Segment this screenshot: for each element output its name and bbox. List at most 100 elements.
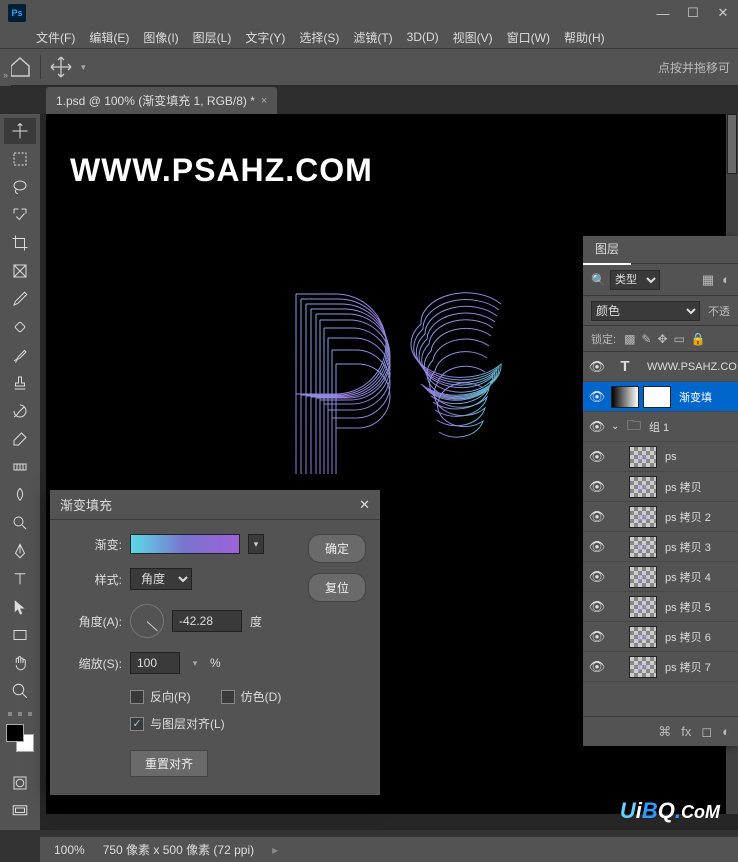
layer-name[interactable]: ps 拷贝 2 bbox=[665, 509, 711, 525]
layer-name[interactable]: ps 拷贝 7 bbox=[665, 659, 711, 675]
visibility-toggle[interactable]: 👁 bbox=[587, 599, 607, 615]
menu-select[interactable]: 选择(S) bbox=[293, 27, 345, 48]
layer-name[interactable]: ps bbox=[665, 451, 677, 463]
layer-row-copy3[interactable]: 👁 ps ps 拷贝 3 bbox=[583, 532, 738, 562]
blur-tool[interactable] bbox=[4, 482, 36, 508]
zoom-level[interactable]: 100% bbox=[54, 843, 85, 857]
layer-row-group[interactable]: 👁 ⌄ 🗀 组 1 bbox=[583, 412, 738, 442]
layers-tab[interactable]: 图层 bbox=[583, 236, 631, 265]
visibility-toggle[interactable]: 👁 bbox=[587, 449, 607, 465]
eyedropper-tool[interactable] bbox=[4, 286, 36, 312]
layer-name[interactable]: 渐变填 bbox=[679, 389, 712, 405]
gradient-tool[interactable] bbox=[4, 454, 36, 480]
filter-adjust-icon[interactable]: ◐ bbox=[722, 272, 730, 288]
close-button[interactable]: ✕ bbox=[708, 0, 738, 26]
visibility-toggle[interactable]: 👁 bbox=[587, 359, 607, 375]
dodge-tool[interactable] bbox=[4, 510, 36, 536]
layer-row-copy7[interactable]: 👁 ps ps 拷贝 7 bbox=[583, 652, 738, 682]
maximize-button[interactable]: ☐ bbox=[678, 0, 708, 26]
menu-layer[interactable]: 图层(L) bbox=[187, 27, 238, 48]
document-tab[interactable]: 1.psd @ 100% (渐变填充 1, RGB/8) * × bbox=[46, 87, 277, 114]
move-mode-icon[interactable] bbox=[49, 55, 73, 79]
layer-row-text[interactable]: 👁 T WWW.PSAHZ.CO bbox=[583, 352, 738, 382]
visibility-toggle[interactable]: 👁 bbox=[587, 509, 607, 525]
blend-mode-select[interactable]: 颜色 bbox=[591, 301, 700, 321]
layer-row-copy5[interactable]: 👁 ps ps 拷贝 5 bbox=[583, 592, 738, 622]
lock-move-icon[interactable]: ✥ bbox=[657, 332, 667, 346]
layer-mask-icon[interactable]: ◻ bbox=[701, 724, 712, 740]
ok-button[interactable]: 确定 bbox=[308, 534, 366, 563]
quick-mask-tool[interactable] bbox=[4, 770, 36, 796]
layer-row-ps[interactable]: 👁 ps ps bbox=[583, 442, 738, 472]
minimize-button[interactable]: — bbox=[648, 0, 678, 26]
layer-name[interactable]: ps 拷贝 3 bbox=[665, 539, 711, 555]
healing-tool[interactable] bbox=[4, 314, 36, 340]
angle-input[interactable] bbox=[172, 610, 242, 632]
zoom-tool[interactable] bbox=[4, 678, 36, 704]
left-panel-toggle[interactable]: » bbox=[0, 64, 11, 86]
menu-filter[interactable]: 滤镜(T) bbox=[347, 27, 398, 48]
visibility-toggle[interactable]: 👁 bbox=[587, 419, 607, 435]
tab-close-icon[interactable]: × bbox=[261, 95, 267, 107]
angle-dial[interactable] bbox=[130, 604, 164, 638]
link-layers-icon[interactable]: ⌘ bbox=[658, 724, 671, 740]
type-tool[interactable] bbox=[4, 566, 36, 592]
adjustment-layer-icon[interactable]: ◐ bbox=[722, 724, 730, 739]
lock-artboard-icon[interactable]: ▭ bbox=[674, 332, 685, 346]
gradient-preview[interactable] bbox=[130, 534, 240, 554]
layer-row-gradient-fill[interactable]: 👁 渐变填 bbox=[583, 382, 738, 412]
layer-name[interactable]: ps 拷贝 bbox=[665, 479, 702, 495]
stamp-tool[interactable] bbox=[4, 370, 36, 396]
reset-align-button[interactable]: 重置对齐 bbox=[130, 750, 208, 777]
reset-button[interactable]: 复位 bbox=[308, 573, 366, 602]
lock-brush-icon[interactable]: ✎ bbox=[641, 332, 651, 346]
menu-file[interactable]: 文件(F) bbox=[30, 27, 81, 48]
visibility-toggle[interactable]: 👁 bbox=[587, 479, 607, 495]
visibility-toggle[interactable]: 👁 bbox=[587, 629, 607, 645]
layer-name[interactable]: ps 拷贝 6 bbox=[665, 629, 711, 645]
align-checkbox-row[interactable]: 与图层对齐(L) bbox=[130, 715, 294, 732]
layer-row-copy[interactable]: 👁 ps ps 拷贝 bbox=[583, 472, 738, 502]
dialog-close-icon[interactable]: ✕ bbox=[359, 497, 370, 513]
menu-edit[interactable]: 编辑(E) bbox=[83, 27, 135, 48]
group-expand-icon[interactable]: ⌄ bbox=[611, 421, 623, 432]
layer-name[interactable]: ps 拷贝 5 bbox=[665, 599, 711, 615]
filter-type-select[interactable]: 类型 bbox=[610, 270, 660, 290]
visibility-toggle[interactable]: 👁 bbox=[587, 659, 607, 675]
crop-tool[interactable] bbox=[4, 230, 36, 256]
scale-stepper-icon[interactable]: ▾ bbox=[188, 658, 202, 669]
home-icon[interactable] bbox=[8, 55, 32, 79]
visibility-toggle[interactable]: 👁 bbox=[587, 569, 607, 585]
lasso-tool[interactable] bbox=[4, 174, 36, 200]
marquee-tool[interactable] bbox=[4, 146, 36, 172]
move-tool[interactable] bbox=[4, 118, 36, 144]
color-swatches[interactable] bbox=[6, 724, 34, 752]
document-info[interactable]: 750 像素 x 500 像素 (72 ppi) bbox=[103, 841, 254, 858]
screen-mode-tool[interactable] bbox=[4, 798, 36, 824]
reverse-checkbox-row[interactable]: 反向(R) bbox=[130, 688, 191, 705]
rectangle-tool[interactable] bbox=[4, 622, 36, 648]
menu-3d[interactable]: 3D(D) bbox=[401, 28, 445, 46]
align-checkbox[interactable] bbox=[130, 717, 144, 731]
visibility-toggle[interactable]: 👁 bbox=[587, 539, 607, 555]
layer-name[interactable]: 组 1 bbox=[649, 419, 669, 435]
foreground-color[interactable] bbox=[6, 724, 24, 742]
gradient-picker-caret[interactable]: ▾ bbox=[248, 534, 264, 554]
hand-tool[interactable] bbox=[4, 650, 36, 676]
quick-select-tool[interactable] bbox=[4, 202, 36, 228]
filter-image-icon[interactable]: ▦ bbox=[702, 272, 714, 288]
frame-tool[interactable] bbox=[4, 258, 36, 284]
lock-all-icon[interactable]: 🔒 bbox=[691, 332, 706, 346]
menu-help[interactable]: 帮助(H) bbox=[558, 27, 611, 48]
visibility-toggle[interactable]: 👁 bbox=[587, 389, 607, 405]
eraser-tool[interactable] bbox=[4, 426, 36, 452]
layer-row-copy6[interactable]: 👁 ps ps 拷贝 6 bbox=[583, 622, 738, 652]
scale-input[interactable] bbox=[130, 652, 180, 674]
menu-type[interactable]: 文字(Y) bbox=[239, 27, 291, 48]
layer-name[interactable]: ps 拷贝 4 bbox=[665, 569, 711, 585]
dither-checkbox[interactable] bbox=[221, 690, 235, 704]
menu-image[interactable]: 图像(I) bbox=[137, 27, 184, 48]
pen-tool[interactable] bbox=[4, 538, 36, 564]
layer-row-copy2[interactable]: 👁 ps ps 拷贝 2 bbox=[583, 502, 738, 532]
menu-window[interactable]: 窗口(W) bbox=[501, 27, 556, 48]
